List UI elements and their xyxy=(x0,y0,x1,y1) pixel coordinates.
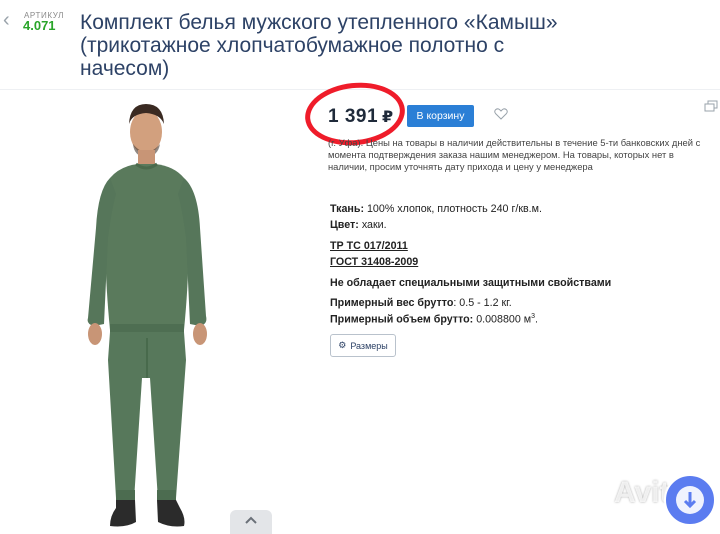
standard-1-text[interactable]: ТР ТС 017/2011 xyxy=(330,240,408,252)
weight-label: Примерный вес брутто xyxy=(330,297,454,309)
color-value: хаки. xyxy=(361,219,387,231)
spec-volume: Примерный объем брутто: 0.008800 м3. xyxy=(330,313,538,326)
scroll-up-button[interactable] xyxy=(230,510,272,534)
gear-icon: ⚙ xyxy=(338,340,347,350)
fabric-value: 100% хлопок, плотность 240 г/кв.м. xyxy=(366,203,542,215)
page-title: Комплект белья мужского утепленного «Кам… xyxy=(80,11,558,80)
protection-text: Не обладает специальными защитными свойс… xyxy=(330,277,612,289)
article-value: 4.071 xyxy=(23,18,56,33)
availability-text: Цены на товары в наличии действительны в… xyxy=(328,137,701,172)
weight-value: : 0.5 - 1.2 кг. xyxy=(453,297,512,309)
fabric-label: Ткань: xyxy=(330,203,364,215)
sizes-button-label: Размеры xyxy=(350,340,388,351)
availability-prefix: (г. Уфа). xyxy=(328,137,364,148)
back-chevron-icon[interactable]: ‹ xyxy=(3,10,10,30)
spec-fabric: Ткань: 100% хлопок, плотность 240 г/кв.м… xyxy=(330,203,542,215)
volume-end: . xyxy=(535,313,538,326)
add-to-cart-button[interactable]: В корзину xyxy=(407,105,474,127)
spec-protection: Не обладает специальными защитными свойс… xyxy=(330,277,611,289)
product-image[interactable] xyxy=(80,98,240,528)
standard-link-1[interactable]: ТР ТС 017/2011 xyxy=(330,240,408,252)
sizes-button[interactable]: ⚙ Размеры xyxy=(330,334,396,357)
volume-value: 0.008800 м xyxy=(476,313,532,326)
chevron-up-icon xyxy=(245,516,257,524)
standard-2-text[interactable]: ГОСТ 31408-2009 xyxy=(330,256,418,268)
availability-note: (г. Уфа). Цены на товары в наличии дейст… xyxy=(328,137,708,173)
avito-badge-icon[interactable] xyxy=(664,474,716,526)
spec-weight: Примерный вес брутто: 0.5 - 1.2 кг. xyxy=(330,297,512,309)
color-label: Цвет: xyxy=(330,219,359,231)
standard-link-2[interactable]: ГОСТ 31408-2009 xyxy=(330,256,418,268)
heart-icon[interactable] xyxy=(494,108,508,120)
compare-icon[interactable] xyxy=(704,100,718,112)
spec-color: Цвет: хаки. xyxy=(330,219,387,231)
avito-badge-glyph xyxy=(676,486,704,514)
volume-label: Примерный объем брутто: xyxy=(330,313,474,326)
